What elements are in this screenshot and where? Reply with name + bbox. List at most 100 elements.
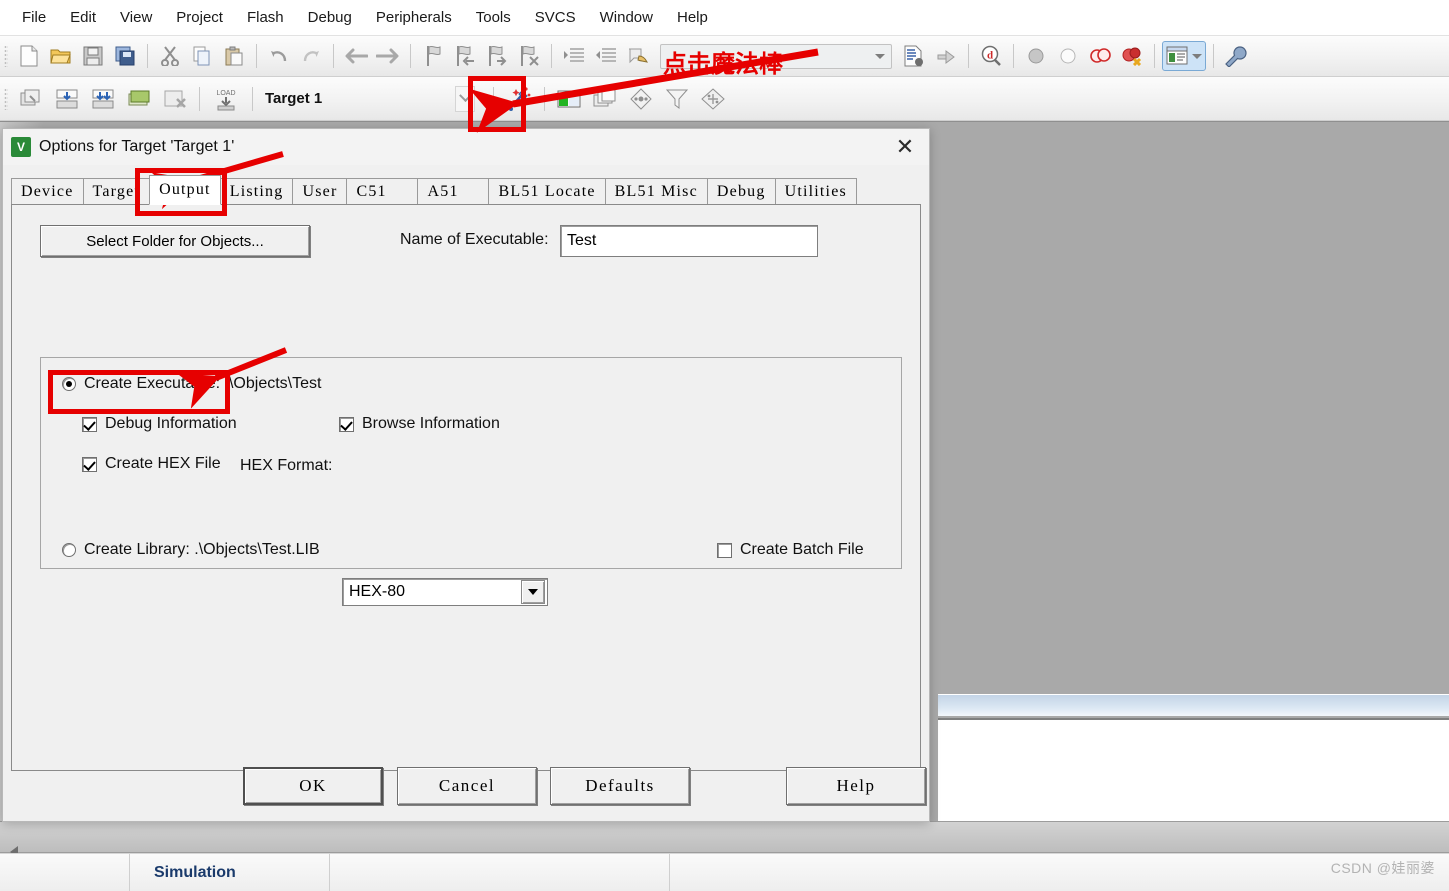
menu-item-svcs[interactable]: SVCS (523, 5, 588, 30)
tab-user[interactable]: User (292, 178, 348, 204)
bookmark-next-icon[interactable] (482, 41, 512, 71)
open-file-icon[interactable] (46, 41, 76, 71)
hex-format-combobox[interactable]: HEX-80 (342, 578, 548, 606)
toolbar-grip[interactable] (4, 87, 8, 110)
toolbar-separator (256, 44, 257, 68)
ok-button[interactable]: OK (243, 767, 383, 805)
navigate-forward-icon[interactable] (373, 41, 403, 71)
bookmark-prev-icon[interactable] (450, 41, 480, 71)
create-hex-file-row[interactable]: Create HEX File (82, 455, 221, 473)
comment-icon[interactable] (623, 41, 653, 71)
toolbar-separator (544, 86, 545, 111)
create-batch-file-label: Create Batch File (740, 541, 864, 558)
tab-bl51-locate[interactable]: BL51 Locate (488, 178, 606, 204)
bookmark-toggle-icon[interactable] (418, 41, 448, 71)
tab-bl51-misc[interactable]: BL51 Misc (604, 178, 708, 204)
tab-a51[interactable]: A51 (417, 178, 490, 204)
insert-file-icon[interactable] (899, 41, 929, 71)
create-batch-file-row[interactable]: Create Batch File (717, 541, 864, 559)
menu-item-window[interactable]: Window (588, 5, 665, 30)
source-browser-icon[interactable] (624, 82, 658, 116)
menu-item-flash[interactable]: Flash (235, 5, 296, 30)
help-button[interactable]: Help (786, 767, 926, 805)
toolbar-grip[interactable] (4, 45, 8, 67)
cut-icon[interactable] (155, 41, 185, 71)
hex-format-label-row: HEX Format: (240, 457, 332, 475)
create-library-label: Create Library: .\Objects\Test.LIB (84, 541, 320, 558)
menu-item-debug[interactable]: Debug (296, 5, 364, 30)
download-icon[interactable]: LOAD (207, 82, 245, 116)
translate-icon[interactable] (14, 82, 48, 116)
configure-icon[interactable] (931, 41, 961, 71)
create-batch-file-checkbox[interactable] (717, 542, 732, 558)
manage-components-icon[interactable] (696, 82, 730, 116)
breakpoint-clear-icon[interactable] (1053, 41, 1083, 71)
bookmark-clear-icon[interactable] (514, 41, 544, 71)
uvision-icon-label: V (16, 140, 25, 154)
tab-c51[interactable]: C51 (346, 178, 419, 204)
browse-information-row[interactable]: Browse Information (339, 415, 500, 433)
svg-text:d: d (987, 50, 993, 62)
target-combobox-arrow[interactable] (455, 85, 475, 112)
menu-item-tools[interactable]: Tools (464, 5, 523, 30)
breakpoint-set-icon[interactable] (1021, 41, 1051, 71)
menu-item-peripherals[interactable]: Peripherals (364, 5, 464, 30)
save-all-icon[interactable] (110, 41, 140, 71)
cancel-button[interactable]: Cancel (397, 767, 537, 805)
menu-item-view[interactable]: View (108, 5, 164, 30)
save-icon[interactable] (78, 41, 108, 71)
tab-utilities[interactable]: Utilities (774, 178, 857, 204)
navigate-back-icon[interactable] (341, 41, 371, 71)
paste-icon[interactable] (219, 41, 249, 71)
debug-information-row[interactable]: Debug Information (82, 415, 237, 433)
copy-icon[interactable] (187, 41, 217, 71)
horizontal-scrollbar[interactable] (0, 821, 1449, 853)
debug-information-checkbox[interactable] (82, 416, 97, 432)
tab-listing[interactable]: Listing (219, 178, 294, 204)
new-file-icon[interactable] (14, 41, 44, 71)
breakpoint-kill-all-icon[interactable] (1117, 41, 1147, 71)
breakpoint-disable-icon[interactable] (1085, 41, 1115, 71)
target-combobox-value[interactable]: Target 1 (259, 86, 455, 112)
menu-item-file[interactable]: File (10, 5, 58, 30)
close-icon[interactable]: ✕ (881, 129, 929, 165)
browse-information-checkbox[interactable] (339, 416, 354, 432)
status-cell-simulation: Simulation (130, 853, 330, 891)
menu-item-edit[interactable]: Edit (58, 5, 108, 30)
rebuild-all-icon[interactable] (86, 82, 120, 116)
window-manager-icon[interactable] (1162, 41, 1206, 71)
outdent-icon[interactable] (591, 41, 621, 71)
create-executable-radio[interactable] (62, 377, 76, 391)
build-toolbar: LOAD Target 1 (0, 77, 1449, 121)
create-library-radio[interactable] (62, 543, 76, 557)
redo-icon[interactable] (296, 41, 326, 71)
tab-device[interactable]: Device (11, 178, 84, 204)
tab-output[interactable]: Output (149, 175, 221, 205)
status-bar: Simulation (0, 853, 1449, 891)
stop-build-icon[interactable] (158, 82, 192, 116)
tab-debug[interactable]: Debug (706, 178, 776, 204)
create-library-radio-row[interactable]: Create Library: .\Objects\Test.LIB (62, 541, 320, 559)
menu-item-project[interactable]: Project (164, 5, 235, 30)
hex-format-dropdown-button[interactable] (521, 580, 545, 604)
project-window-icon[interactable] (552, 82, 586, 116)
find-in-files-icon[interactable] (660, 82, 694, 116)
select-folder-for-objects-button[interactable]: Select Folder for Objects... (40, 225, 310, 257)
build-icon[interactable] (50, 82, 84, 116)
debug-query-icon[interactable]: d (976, 41, 1006, 71)
books-icon[interactable] (588, 82, 622, 116)
name-of-executable-input[interactable]: Test (560, 225, 818, 257)
create-hex-file-checkbox[interactable] (82, 456, 97, 472)
undo-icon[interactable] (264, 41, 294, 71)
create-executable-radio-row[interactable]: Create Executable: .\Objects\Test (62, 375, 321, 393)
batch-build-icon[interactable] (122, 82, 156, 116)
menu-item-help[interactable]: Help (665, 5, 720, 30)
dialog-button-row: OK Cancel Defaults Help (3, 767, 931, 807)
options-wrench-icon[interactable] (1221, 41, 1251, 71)
indent-icon[interactable] (559, 41, 589, 71)
toolbar-separator (1154, 44, 1155, 68)
dialog-title-bar[interactable]: V Options for Target 'Target 1' ✕ (3, 129, 929, 165)
magic-wand-icon[interactable] (501, 82, 537, 116)
tab-target[interactable]: Target (82, 178, 151, 204)
defaults-button[interactable]: Defaults (550, 767, 690, 805)
